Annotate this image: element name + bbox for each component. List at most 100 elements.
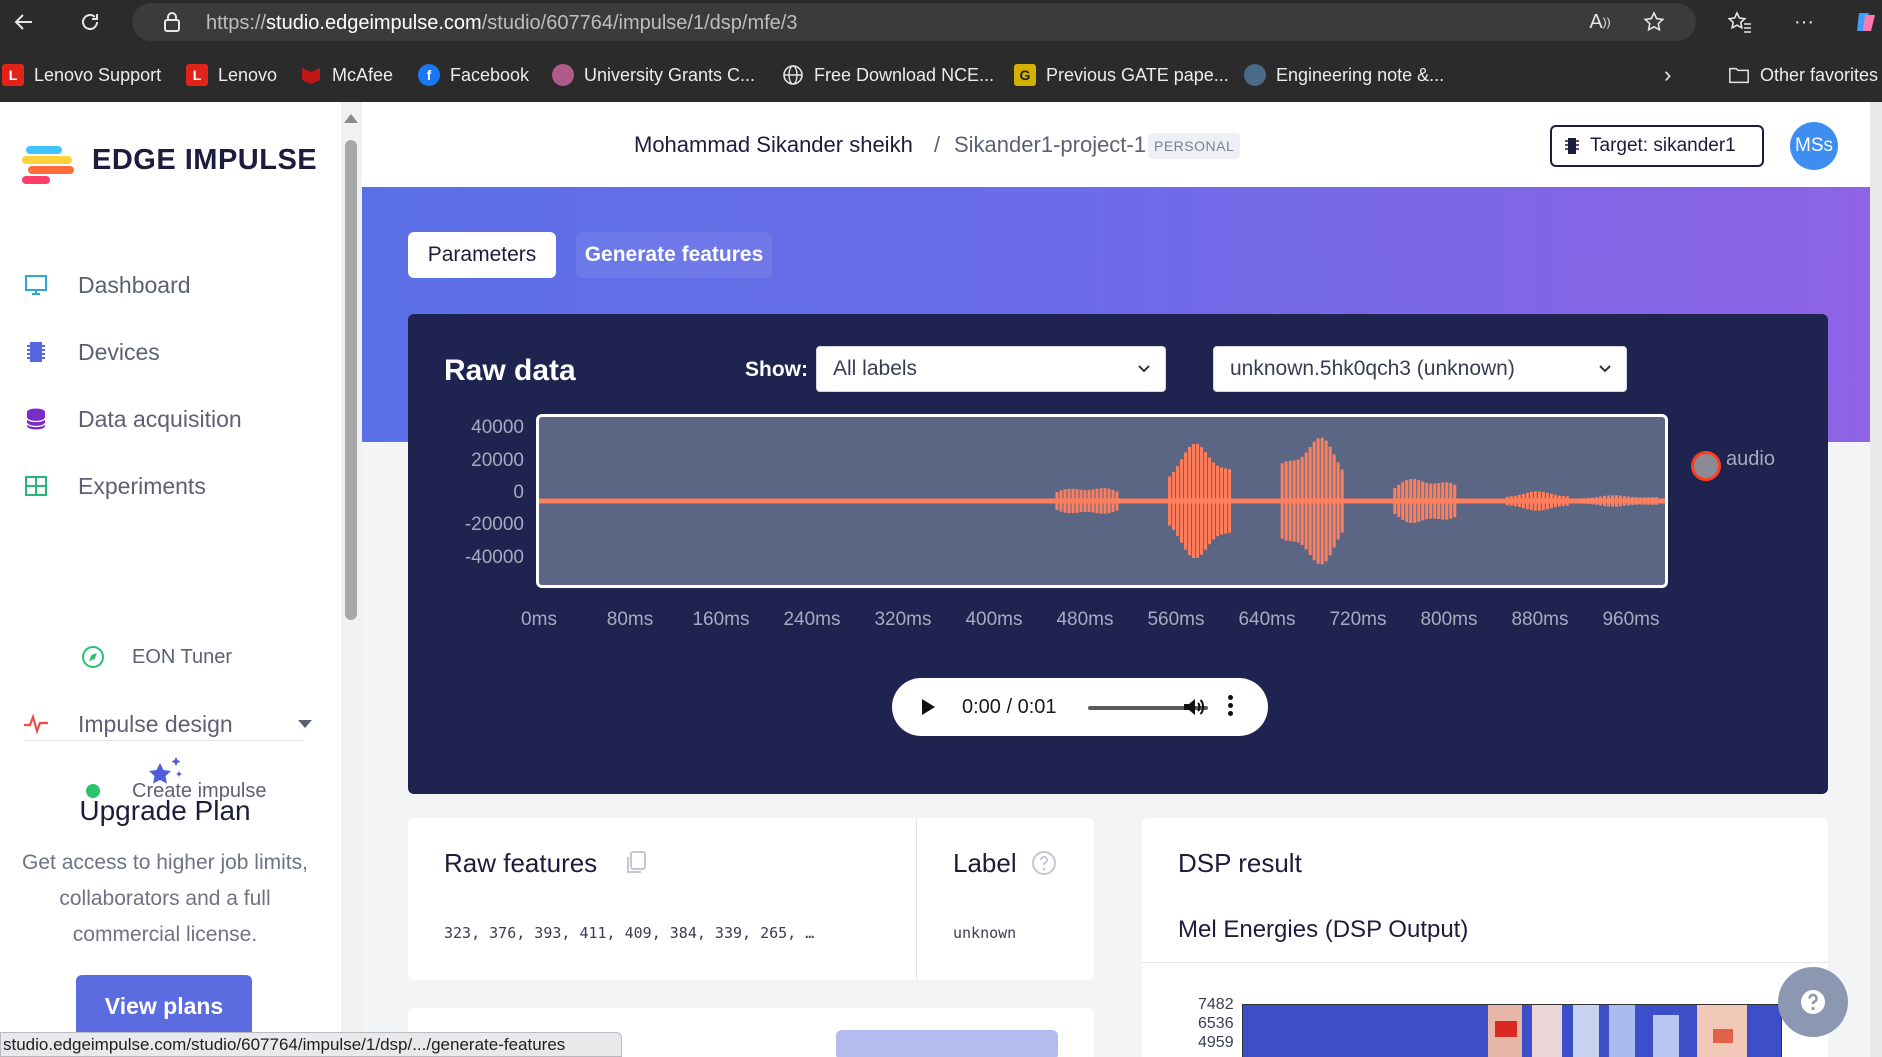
compass-icon [80,644,106,670]
sidebar-item-impulse-design[interactable]: Impulse design [22,704,312,744]
sidebar-item-data-acquisition[interactable]: Data acquisition [22,399,322,439]
y-tick: 20000 [471,450,524,471]
dsp-result-title: DSP result [1178,848,1302,878]
breadcrumb-user[interactable]: Mohammad Sikander sheikh [634,132,913,158]
target-button[interactable]: Target: sikander1 [1550,125,1764,167]
y-tick: -20000 [464,514,524,535]
y-tick: -40000 [464,547,524,568]
sample-select[interactable]: unknown.5hk0qch3 (unknown) [1213,346,1627,392]
project-header: Mohammad Sikander sheikh / Sikander1-pro… [362,102,1870,187]
volume-icon[interactable] [1182,696,1206,723]
sidebar-item-devices[interactable]: Devices [22,332,322,372]
favorite-label: Lenovo [218,64,278,85]
raw-features-title: Raw features [444,848,598,878]
favorites-bar: L Lenovo Support L Lenovo McAfee f Facebook… [0,44,1882,102]
chevron-down-icon [1138,365,1150,373]
favorite-label: McAfee [332,64,394,85]
upgrade-plan-text: Get access to higher job limits, collabo… [22,851,308,946]
more-icon[interactable]: ··· [1790,8,1818,36]
waveform-svg [539,437,1665,565]
favorites-icon[interactable] [1726,8,1754,36]
monitor-icon [22,271,50,299]
dsp-result-card: DSP result Mel Energies (DSP Output) 748… [1142,818,1828,1057]
favorite-facebook[interactable]: f Facebook [418,62,529,88]
brand-name: EDGE IMPULSE [92,144,318,176]
globe-icon [782,64,804,86]
sidebar-item-eon-tuner[interactable]: EON Tuner [80,639,232,675]
page-scrollbar[interactable] [1870,102,1882,1057]
favorite-engineering[interactable]: Engineering note &... [1244,62,1444,88]
sidebar-item-label: Dashboard [78,271,191,298]
folder-icon [1728,64,1750,86]
avatar[interactable]: MSs [1790,122,1838,170]
help-circle-icon[interactable] [1031,850,1057,881]
star-icon[interactable] [1640,8,1668,36]
engineering-icon [1244,64,1266,86]
favorite-nce[interactable]: Free Download NCE... [782,62,994,88]
breadcrumb-project[interactable]: Sikander1-project-1 [954,132,1146,158]
scroll-up-arrow-icon[interactable] [344,114,358,123]
dsp-y-tick: 7482 [1198,996,1234,1013]
back-arrow-icon[interactable] [10,8,38,36]
x-tick: 720ms [1329,609,1387,630]
logo-bar [26,146,62,154]
x-tick: 0ms [521,609,557,630]
waveform-plot[interactable] [536,414,1668,588]
more-vertical-icon[interactable] [1228,695,1234,716]
mcafee-icon [300,64,322,86]
legend-audio-label[interactable]: audio [1726,448,1775,471]
copilot-icon[interactable] [1852,8,1880,36]
tab-parameters[interactable]: Parameters [408,232,556,278]
status-bar-url: studio.edgeimpulse.com/studio/607764/imp… [0,1032,622,1057]
sample-value: unknown.5hk0qch3 (unknown) [1230,357,1515,380]
url-text: https://studio.edgeimpulse.com/studio/60… [206,12,798,34]
sidebar-item-experiments[interactable]: Experiments [22,466,322,506]
read-aloud-icon[interactable]: A)) [1586,8,1614,36]
sidebar-scroll-thumb[interactable] [345,140,357,620]
favorite-lenovo[interactable]: L Lenovo [186,62,277,88]
raw-features-values: 323, 376, 393, 411, 409, 384, 339, 265, … [444,924,815,942]
pulse-icon [22,710,50,738]
favorite-lenovo-support[interactable]: L Lenovo Support [2,62,161,88]
x-tick: 80ms [606,609,654,630]
upgrade-plan-title: Upgrade Plan [79,795,251,826]
x-tick: 960ms [1602,609,1660,630]
copy-icon[interactable] [624,850,648,881]
favorite-mcafee[interactable]: McAfee [300,62,393,88]
lenovo-icon: L [186,64,208,86]
x-tick: 320ms [874,609,932,630]
play-icon[interactable] [922,699,935,715]
help-button[interactable] [1778,967,1848,1037]
database-icon [22,405,50,433]
y-tick: 0 [513,482,524,503]
sparkle-star-icon [146,753,186,798]
sidebar-item-label: Impulse design [78,710,233,737]
other-favorites[interactable]: Other favorites [1728,62,1878,88]
edge-impulse-logo[interactable] [22,142,78,184]
raw-data-card: Raw data Show: All labels unknown.5hk0qc… [408,314,1828,794]
sidebar-item-dashboard[interactable]: Dashboard [22,265,322,305]
grid-icon [22,472,50,500]
x-tick: 880ms [1511,609,1569,630]
address-bar[interactable]: https://studio.edgeimpulse.com/studio/60… [132,3,1696,41]
sidebar-item-label: Devices [78,338,160,365]
lenovo-icon: L [2,64,24,86]
dsp-y-tick: 6536 [1198,1015,1234,1032]
browser-toolbar: https://studio.edgeimpulse.com/studio/60… [0,0,1882,44]
save-parameters-button[interactable] [836,1030,1058,1057]
other-favorites-label: Other favorites [1760,64,1879,85]
view-plans-button[interactable]: View plans [76,975,252,1037]
target-label: Target: sikander1 [1590,135,1736,156]
caret-down-icon[interactable] [298,720,312,728]
legend-audio-marker[interactable] [1691,451,1721,481]
tab-generate-features[interactable]: Generate features [576,232,772,278]
lock-icon [158,8,186,36]
label-filter-select[interactable]: All labels [816,346,1166,392]
main-content: Mohammad Sikander sheikh / Sikander1-pro… [362,102,1870,1057]
chevron-right-icon[interactable]: › [1664,62,1671,88]
favorite-ugc[interactable]: University Grants C... [552,62,755,88]
refresh-icon[interactable] [76,8,104,36]
show-label: Show: [745,358,808,381]
favorite-gate[interactable]: G Previous GATE pape... [1014,62,1229,88]
sidebar-item-label: EON Tuner [132,645,233,668]
